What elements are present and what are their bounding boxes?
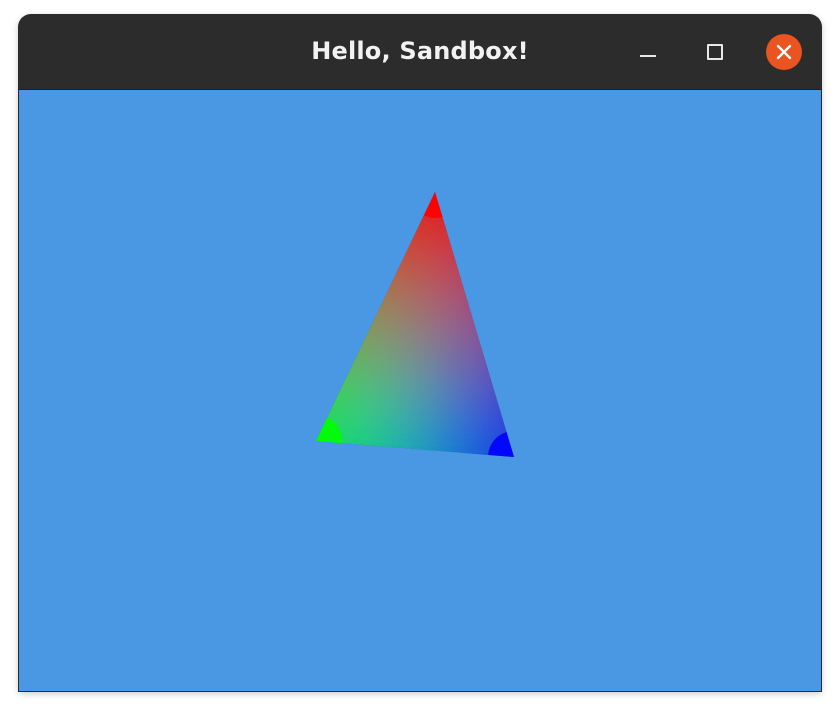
app-window: Hello, Sandbox! [19,15,821,691]
render-canvas [316,192,514,457]
maximize-button[interactable] [697,34,733,70]
minimize-button[interactable] [630,34,666,70]
close-icon [766,34,802,70]
rgb-triangle [316,192,514,457]
minimize-icon [640,55,656,57]
render-viewport[interactable] [19,90,821,691]
close-button[interactable] [766,34,802,70]
title-bar[interactable]: Hello, Sandbox! [19,15,821,90]
maximize-icon [707,44,723,60]
